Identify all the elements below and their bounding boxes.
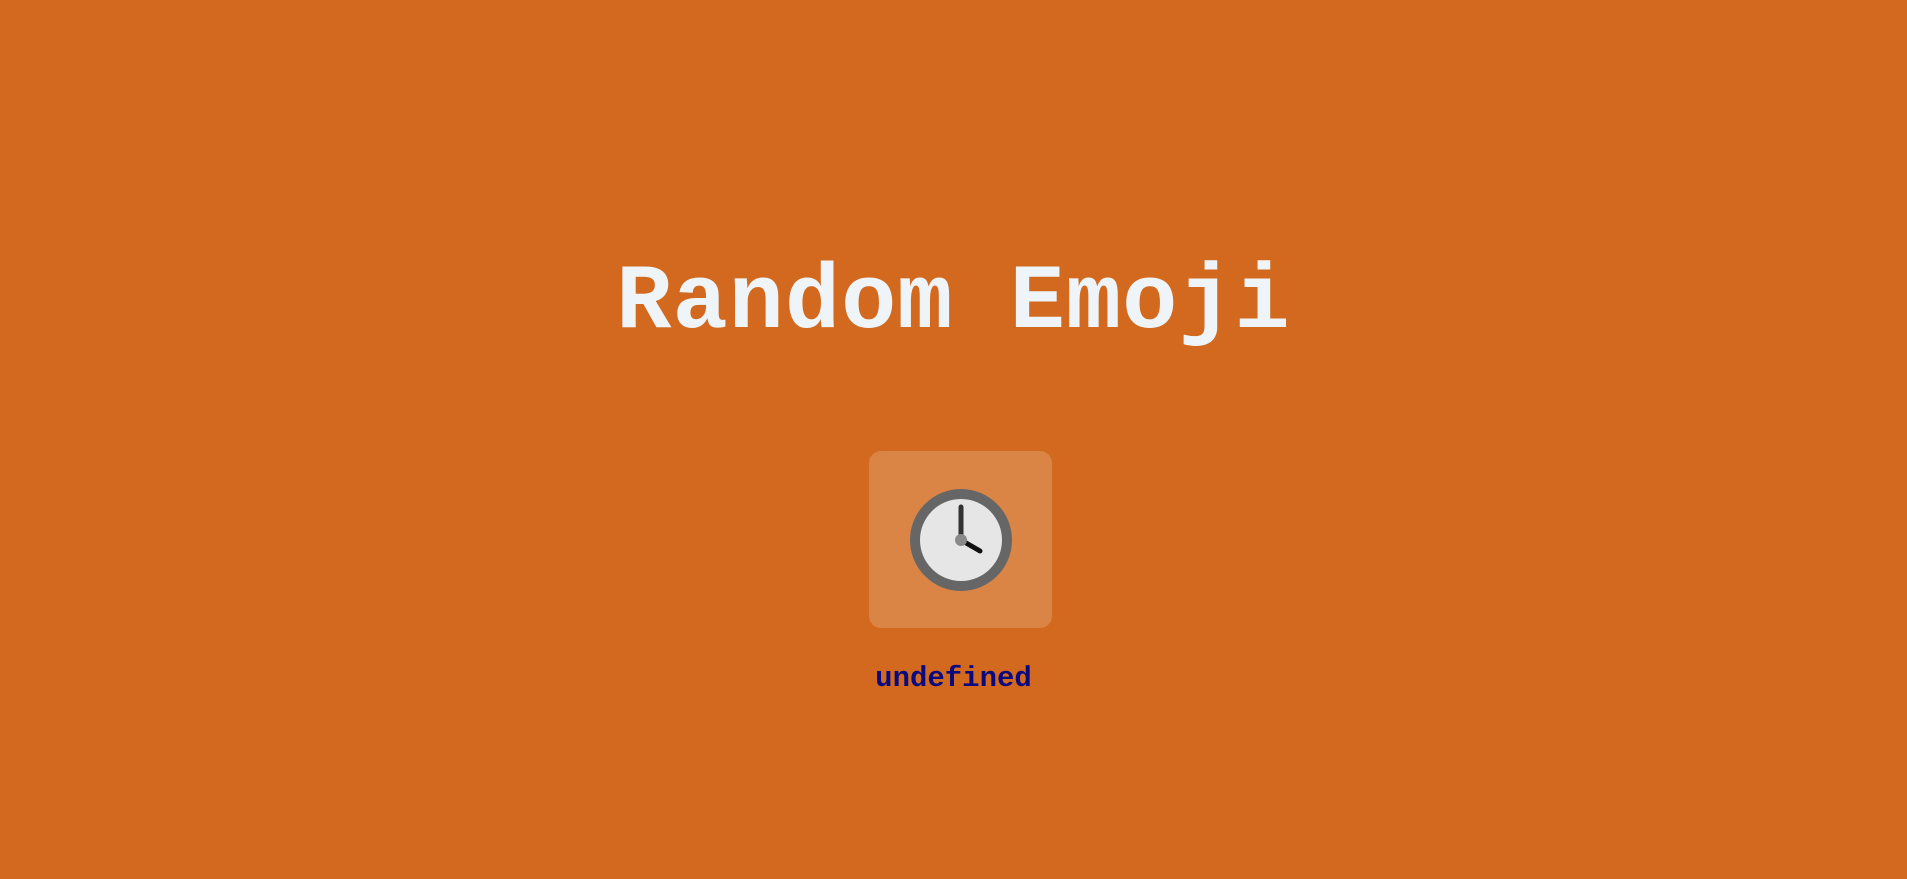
clock-four-oclock-icon [909, 488, 1012, 591]
random-emoji-button[interactable] [869, 451, 1052, 628]
page: Random Emoji undefined [0, 0, 1907, 879]
page-title: Random Emoji [616, 250, 1291, 355]
emoji-name-label: undefined [875, 662, 1032, 695]
